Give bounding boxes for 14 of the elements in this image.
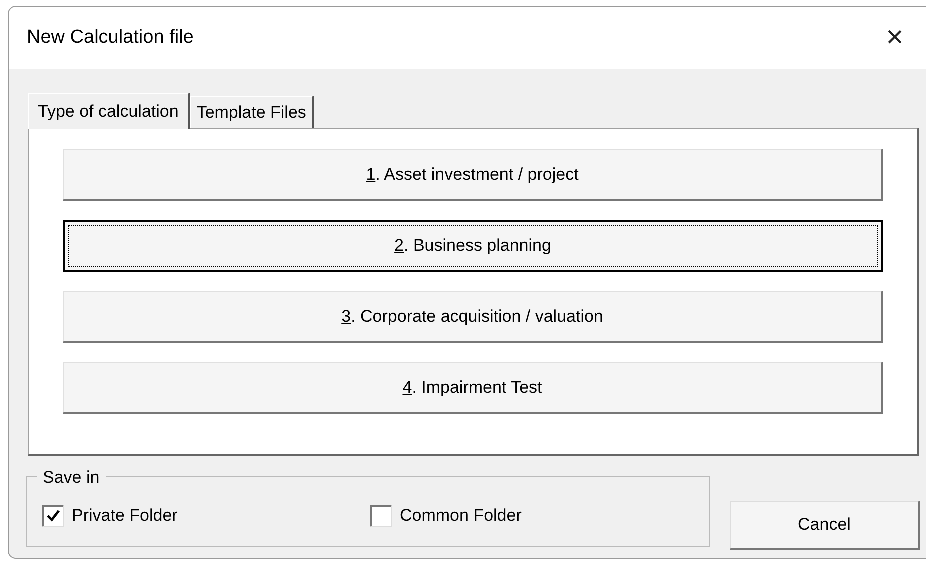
checkmark-icon	[47, 510, 60, 522]
calculation-button[interactable]: 2. Business planning	[63, 220, 883, 272]
calculation-button[interactable]: 3. Corporate acquisition / valuation	[63, 291, 883, 343]
window-title: New Calculation file	[27, 26, 194, 50]
close-button[interactable]: ×	[875, 18, 915, 58]
calculation-button[interactable]: 1. Asset investment / project	[63, 149, 883, 201]
tab[interactable]: Type of calculation	[28, 93, 190, 129]
checkbox[interactable]	[370, 504, 392, 526]
tab[interactable]: Template Files	[190, 96, 314, 128]
folder-checkbox[interactable]: Private Folder	[42, 502, 370, 528]
folder-checkbox[interactable]: Common Folder	[370, 502, 522, 528]
calculation-button[interactable]: 4. Impairment Test	[63, 362, 883, 414]
checkbox[interactable]	[42, 504, 64, 526]
cancel-button[interactable]: Cancel	[730, 501, 920, 550]
